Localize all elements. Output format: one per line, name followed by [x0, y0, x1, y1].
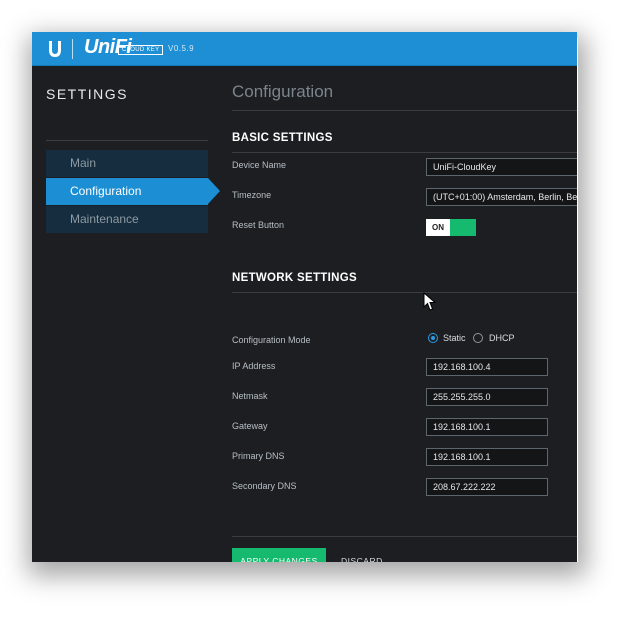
settings-sidebar: SETTINGS Main Configuration Maintenance: [32, 66, 222, 562]
logo-separator: [72, 39, 73, 59]
version-label: V0.5.9: [168, 44, 195, 53]
dhcp-radio[interactable]: [473, 333, 483, 343]
configuration-panel: Configuration BASIC SETTINGS Device Name…: [232, 66, 577, 562]
sidebar-item-main[interactable]: Main: [46, 150, 208, 177]
ubiquiti-logo-icon[interactable]: [45, 39, 65, 59]
discard-button[interactable]: DISCARD: [341, 548, 383, 562]
network-settings-heading: NETWORK SETTINGS: [232, 272, 357, 284]
gateway-label: Gateway: [232, 421, 268, 431]
actions-divider: [232, 536, 577, 537]
netmask-input[interactable]: 255.255.255.0: [426, 388, 548, 406]
secondary-dns-label: Secondary DNS: [232, 481, 297, 491]
basic-settings-divider: [232, 152, 577, 153]
config-mode-label: Configuration Mode: [232, 335, 311, 345]
static-radio-label[interactable]: Static: [443, 333, 466, 344]
top-bar: UniFi CLOUD KEY V0.5.9: [32, 32, 577, 66]
ip-address-input[interactable]: 192.168.100.4: [426, 358, 548, 376]
secondary-dns-input[interactable]: 208.67.222.222: [426, 478, 548, 496]
network-settings-divider: [232, 292, 577, 293]
reset-button-toggle[interactable]: ON: [426, 219, 450, 236]
sidebar-title: SETTINGS: [46, 86, 129, 102]
gateway-input[interactable]: 192.168.100.1: [426, 418, 548, 436]
dhcp-radio-label[interactable]: DHCP: [489, 333, 515, 344]
sidebar-item-configuration[interactable]: Configuration: [46, 178, 208, 205]
ip-address-label: IP Address: [232, 361, 276, 371]
reset-button-label: Reset Button: [232, 220, 285, 230]
apply-changes-button[interactable]: APPLY CHANGES: [232, 548, 326, 562]
static-radio[interactable]: [428, 333, 438, 343]
mouse-cursor-icon: [423, 292, 437, 311]
active-item-arrow: [208, 178, 220, 204]
timezone-label: Timezone: [232, 190, 272, 200]
device-name-input[interactable]: UniFi-CloudKey: [426, 158, 577, 176]
device-name-label: Device Name: [232, 160, 287, 170]
page-title: Configuration: [232, 82, 334, 101]
netmask-label: Netmask: [232, 391, 268, 401]
reset-button-toggle-indicator[interactable]: [450, 219, 476, 236]
timezone-select[interactable]: (UTC+01:00) Amsterdam, Berlin, Bern: [426, 188, 577, 206]
primary-dns-label: Primary DNS: [232, 451, 285, 461]
sidebar-item-maintenance[interactable]: Maintenance: [46, 206, 208, 233]
sidebar-divider: [46, 140, 208, 141]
title-divider: [232, 110, 577, 111]
basic-settings-heading: BASIC SETTINGS: [232, 132, 333, 144]
brand-badge: CLOUD KEY: [118, 45, 164, 55]
primary-dns-input[interactable]: 192.168.100.1: [426, 448, 548, 466]
unifi-app-window: UniFi CLOUD KEY V0.5.9 SETTINGS Main Con…: [32, 32, 577, 562]
